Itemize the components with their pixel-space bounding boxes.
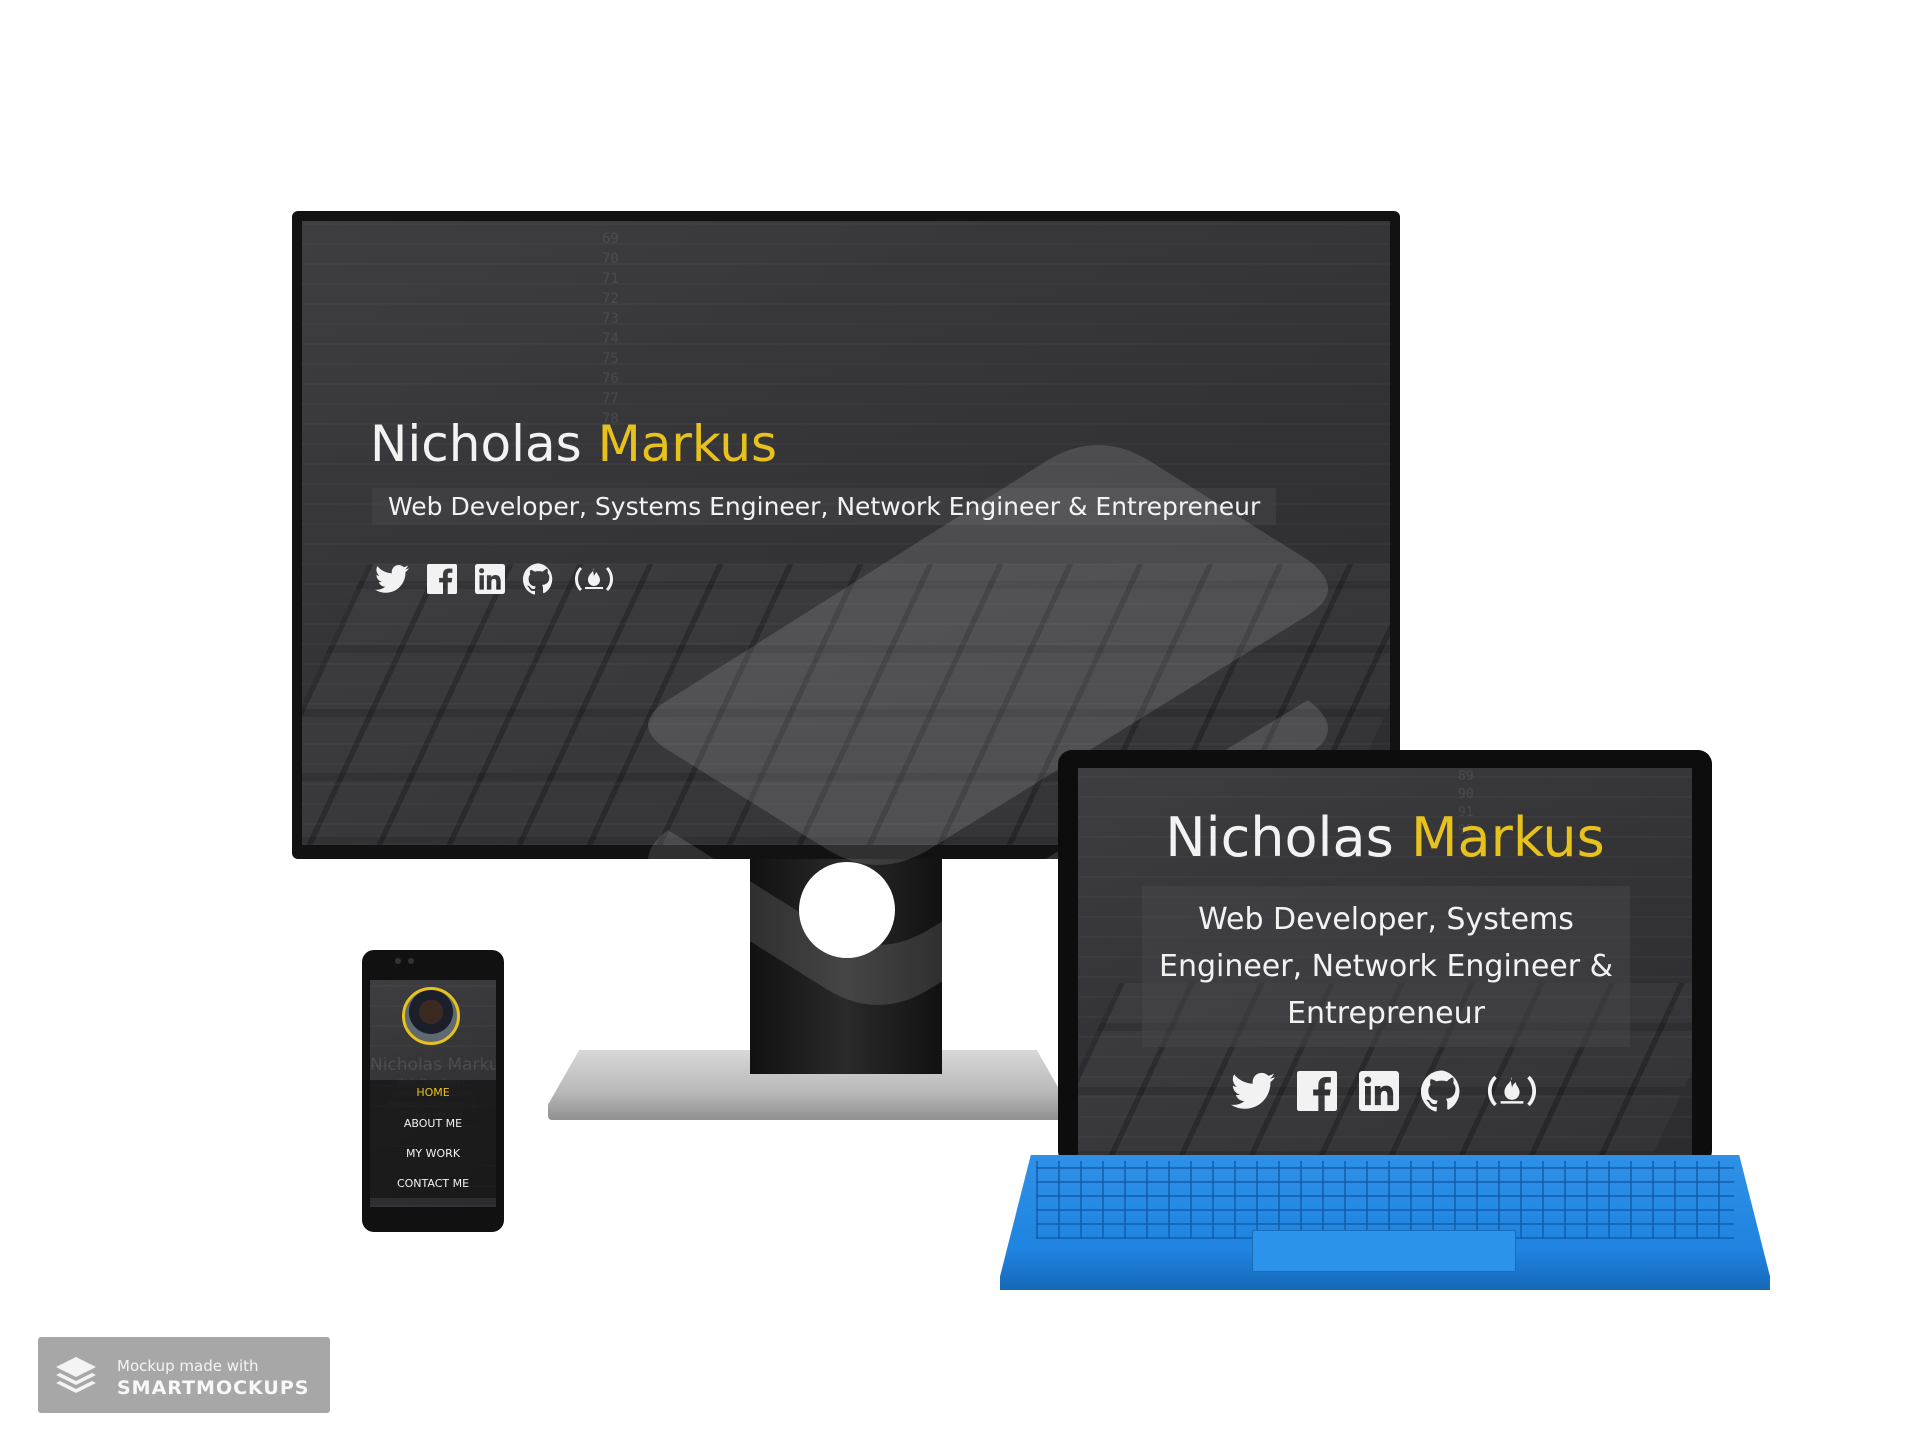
code-background: 69 70 71 72 73 74 75 76 77 78: [602, 231, 619, 427]
layers-logo-icon: [56, 1357, 96, 1393]
desktop-site-title: Nicholas Markus: [370, 415, 777, 473]
keyboard-touchpad: [1252, 1230, 1516, 1272]
freecodecamp-icon[interactable]: [573, 564, 615, 594]
linkedin-icon[interactable]: [1359, 1071, 1399, 1111]
smartmockups-badge[interactable]: Mockup made with SMARTMOCKUPS: [38, 1337, 330, 1413]
last-name: Markus: [447, 1055, 496, 1075]
first-name: Nicholas: [370, 415, 582, 473]
phone-website-screen: Nicholas Markus Web Developer, Systems E…: [370, 980, 496, 1207]
menu-item-home[interactable]: HOME: [370, 1086, 496, 1099]
phone-sensor: [408, 958, 414, 964]
twitter-icon[interactable]: [1231, 1072, 1275, 1110]
twitter-icon[interactable]: [375, 564, 409, 594]
freecodecamp-icon[interactable]: [1485, 1072, 1539, 1110]
phone-nav-menu: HOME ABOUT ME MY WORK CONTACT ME: [370, 1080, 496, 1198]
github-icon[interactable]: [523, 563, 555, 595]
linkedin-icon[interactable]: [475, 564, 505, 594]
last-name: Markus: [1410, 806, 1605, 869]
phone-camera: [395, 958, 401, 964]
last-name: Markus: [597, 415, 778, 473]
desktop-site-tagline: Web Developer, Systems Engineer, Network…: [372, 488, 1277, 525]
badge-line-1: Mockup made with: [117, 1357, 259, 1375]
facebook-icon[interactable]: [1297, 1071, 1337, 1111]
facebook-icon[interactable]: [427, 564, 457, 594]
menu-item-my-work[interactable]: MY WORK: [370, 1147, 496, 1160]
github-icon[interactable]: [1421, 1070, 1463, 1112]
keyboard-keys: [1036, 1161, 1734, 1239]
tablet-site-tagline: Web Developer, Systems Engineer, Network…: [1142, 886, 1630, 1047]
menu-item-about-me[interactable]: ABOUT ME: [370, 1117, 496, 1130]
first-name: Nicholas: [370, 1055, 442, 1075]
tablet-social-links: [1078, 1070, 1692, 1112]
avatar: [402, 987, 460, 1045]
phone-faded-title: Nicholas Markus: [370, 1055, 496, 1075]
tablet-website-screen: 89 90 91 92 Nicholas Markus Web Develope…: [1078, 768, 1692, 1158]
first-name: Nicholas: [1165, 806, 1394, 869]
menu-item-contact-me[interactable]: CONTACT ME: [370, 1177, 496, 1190]
tablet-keyboard-cover: [1000, 1155, 1770, 1290]
tablet-site-title: Nicholas Markus: [1078, 806, 1692, 869]
badge-line-2: SMARTMOCKUPS: [117, 1377, 310, 1399]
desktop-social-links: [375, 563, 615, 595]
monitor-stand-cable-hole: [799, 862, 895, 958]
